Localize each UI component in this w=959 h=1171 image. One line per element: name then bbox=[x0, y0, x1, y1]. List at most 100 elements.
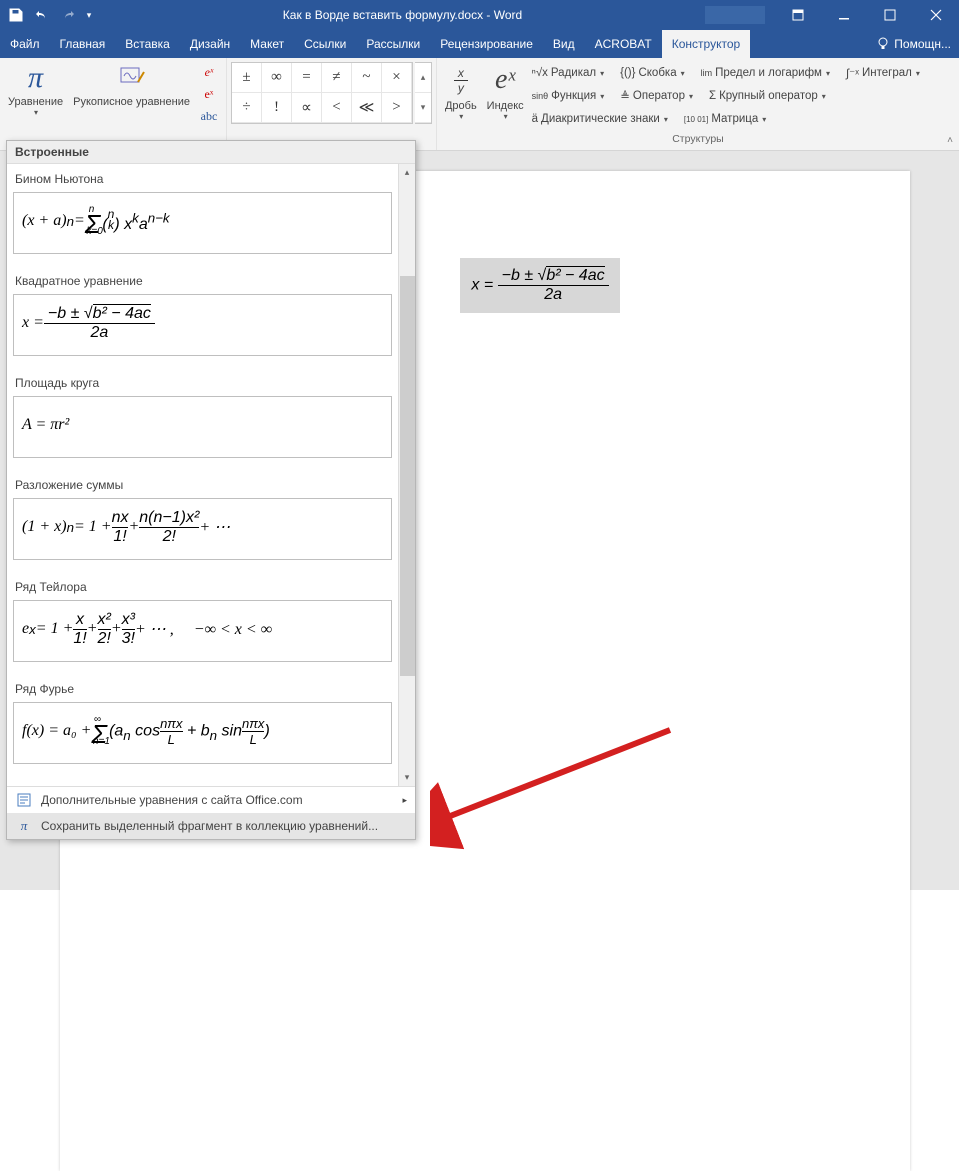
gallery-scrollbar[interactable]: ▴ ▾ bbox=[398, 164, 415, 786]
script-icon: eˣ bbox=[495, 60, 515, 100]
symbol-lt[interactable]: < bbox=[322, 93, 352, 123]
scroll-thumb[interactable] bbox=[400, 276, 415, 676]
tab-view[interactable]: Вид bbox=[543, 30, 585, 58]
symbol-tilde[interactable]: ~ bbox=[352, 63, 382, 93]
gallery-item-fourier[interactable]: f(x) = a₀ + Σn=1∞(an cosnπxL + bn sinnπx… bbox=[13, 702, 392, 764]
tab-references[interactable]: Ссылки bbox=[294, 30, 356, 58]
qat-dropdown-icon[interactable]: ▾ bbox=[82, 3, 96, 27]
window-title: Как в Ворде вставить формулу.docx - Word bbox=[100, 8, 705, 22]
gallery-item-title: Разложение суммы bbox=[13, 474, 392, 498]
symbol-div[interactable]: ÷ bbox=[232, 93, 262, 123]
pi-icon: π bbox=[20, 62, 52, 94]
maximize-icon[interactable] bbox=[867, 0, 913, 30]
symbol-infty[interactable]: ∞ bbox=[262, 63, 292, 93]
tab-review[interactable]: Рецензирование bbox=[430, 30, 543, 58]
tab-design[interactable]: Дизайн bbox=[180, 30, 240, 58]
close-icon[interactable] bbox=[913, 0, 959, 30]
gallery-item-title: Ряд Фурье bbox=[13, 678, 392, 702]
bracket-icon: {()} bbox=[620, 67, 635, 79]
professional-button[interactable]: eˣ bbox=[196, 62, 222, 82]
chevron-up-icon[interactable]: ▴ bbox=[415, 63, 431, 93]
gallery-item-expansion[interactable]: (1 + x)n = 1 + nx1! + n(n−1)x²2! + ⋯ bbox=[13, 498, 392, 560]
tab-layout[interactable]: Макет bbox=[240, 30, 294, 58]
gallery-item-quadratic[interactable]: x = −b ± √b² − 4ac2a bbox=[13, 294, 392, 356]
accent-button[interactable]: äДиакритические знаки▾ bbox=[530, 108, 670, 130]
ink-equation-button[interactable]: Рукописное уравнение bbox=[69, 60, 194, 132]
radical-button[interactable]: ⁿ√xРадикал▾ bbox=[530, 62, 607, 84]
collapse-ribbon-icon[interactable]: ˄ bbox=[947, 135, 953, 146]
fraction-button[interactable]: xy Дробь ▾ bbox=[441, 60, 481, 132]
tell-me-label: Помощн... bbox=[894, 37, 951, 51]
inserted-equation[interactable]: x = −b ± √b² − 4ac2a bbox=[460, 258, 620, 313]
office-icon bbox=[15, 791, 33, 809]
gallery-item-title: Ряд Тейлора bbox=[13, 576, 392, 600]
scroll-up-icon[interactable]: ▴ bbox=[399, 164, 415, 181]
radical-icon: ⁿ√x bbox=[532, 67, 548, 79]
ribbon-tabs: Файл Главная Вставка Дизайн Макет Ссылки… bbox=[0, 30, 959, 58]
save-icon[interactable] bbox=[4, 3, 28, 27]
symbols-more[interactable]: ▴ ▾ bbox=[415, 62, 432, 124]
tab-insert[interactable]: Вставка bbox=[115, 30, 180, 58]
minimize-icon[interactable] bbox=[821, 0, 867, 30]
matrix-icon: [10 01] bbox=[684, 115, 708, 124]
linear-button[interactable]: eˣ bbox=[196, 84, 222, 104]
undo-icon[interactable] bbox=[30, 3, 54, 27]
quick-access-toolbar: ▾ bbox=[0, 3, 100, 27]
symbol-fact[interactable]: ! bbox=[262, 93, 292, 123]
account-area[interactable] bbox=[705, 6, 765, 24]
symbol-eq[interactable]: = bbox=[292, 63, 322, 93]
more-equations-office[interactable]: Дополнительные уравнения с сайта Office.… bbox=[7, 787, 415, 813]
redo-icon[interactable] bbox=[56, 3, 80, 27]
limit-button[interactable]: limПредел и логарифм▾ bbox=[699, 62, 832, 84]
integral-button[interactable]: ∫⁻ˣИнтеграл▾ bbox=[844, 62, 922, 84]
ink-icon bbox=[116, 62, 148, 94]
operator-icon: ≜ bbox=[620, 89, 630, 103]
symbol-times[interactable]: × bbox=[382, 63, 412, 93]
symbol-pm[interactable]: ± bbox=[232, 63, 262, 93]
pi-save-icon: π bbox=[15, 817, 33, 835]
ribbon-options-icon[interactable] bbox=[775, 0, 821, 30]
script-button[interactable]: eˣ Индекс ▾ bbox=[483, 60, 528, 132]
symbols-grid: ± ∞ = ≠ ~ × ÷ ! ∝ < ≪ > bbox=[231, 62, 413, 124]
chevron-down-icon[interactable]: ▾ bbox=[415, 93, 431, 123]
lightbulb-icon bbox=[876, 37, 890, 51]
scroll-down-icon[interactable]: ▾ bbox=[399, 769, 415, 786]
convert-stack: eˣ eˣ abc bbox=[196, 60, 222, 126]
gallery-item-title: Квадратное уравнение bbox=[13, 270, 392, 294]
tab-acrobat[interactable]: ACROBAT bbox=[585, 30, 662, 58]
symbols-group: ± ∞ = ≠ ~ × ÷ ! ∝ < ≪ > ▴ ▾ bbox=[227, 58, 437, 150]
matrix-button[interactable]: [10 01]Матрица▾ bbox=[682, 108, 768, 130]
accent-icon: ä bbox=[532, 113, 538, 125]
tab-file[interactable]: Файл bbox=[0, 30, 50, 58]
gallery-item-circle-area[interactable]: A = πr² bbox=[13, 396, 392, 458]
operator-button[interactable]: ≜Оператор▾ bbox=[618, 85, 695, 107]
save-selection-to-gallery[interactable]: π Сохранить выделенный фрагмент в коллек… bbox=[7, 813, 415, 839]
symbol-gt[interactable]: > bbox=[382, 93, 412, 123]
normal-text-button[interactable]: abc bbox=[196, 106, 222, 126]
gallery-footer: Дополнительные уравнения с сайта Office.… bbox=[7, 786, 415, 839]
tools-group: π Уравнение ▾ Рукописное уравнение eˣ eˣ… bbox=[0, 58, 227, 150]
window-controls bbox=[775, 0, 959, 30]
structures-group: xy Дробь ▾ eˣ Индекс ▾ ⁿ√xРадикал▾ {()}С… bbox=[437, 58, 959, 150]
large-operator-button[interactable]: ΣКрупный оператор▾ bbox=[707, 85, 828, 107]
symbol-neq[interactable]: ≠ bbox=[322, 63, 352, 93]
function-icon: sinθ bbox=[532, 91, 549, 101]
large-operator-icon: Σ bbox=[709, 90, 716, 102]
tab-mailings[interactable]: Рассылки bbox=[356, 30, 430, 58]
gallery-item-binomial[interactable]: (x + a)n = Σk=0n(nk) xkan−k bbox=[13, 192, 392, 254]
fraction-icon: xy bbox=[454, 60, 468, 100]
equation-button[interactable]: π Уравнение ▾ bbox=[4, 60, 67, 132]
equation-gallery-dropdown: Встроенные Бином Ньютона (x + a)n = Σk=0… bbox=[6, 140, 416, 840]
bracket-button[interactable]: {()}Скобка▾ bbox=[618, 62, 687, 84]
tab-home[interactable]: Главная bbox=[50, 30, 116, 58]
symbol-ll[interactable]: ≪ bbox=[352, 93, 382, 123]
gallery-item-taylor[interactable]: ex = 1 + x1! + x²2! + x³3! + ⋯ , −∞ < x … bbox=[13, 600, 392, 662]
chevron-right-icon: ▸ bbox=[402, 795, 407, 806]
gallery-header: Встроенные bbox=[7, 141, 415, 164]
symbol-prop[interactable]: ∝ bbox=[292, 93, 322, 123]
function-button[interactable]: sinθФункция▾ bbox=[530, 85, 607, 107]
gallery-list: Бином Ньютона (x + a)n = Σk=0n(nk) xkan−… bbox=[7, 164, 398, 784]
tab-equation-design[interactable]: Конструктор bbox=[662, 30, 750, 58]
ribbon: π Уравнение ▾ Рукописное уравнение eˣ eˣ… bbox=[0, 58, 959, 151]
tell-me[interactable]: Помощн... bbox=[868, 30, 959, 58]
